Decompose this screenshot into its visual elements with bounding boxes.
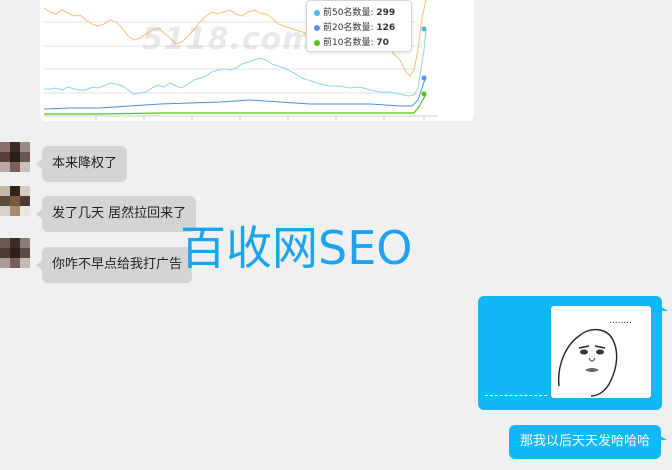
ranking-chart: 5118.com 前50名数量: 299 前20名数量: 126 前10名数量:… bbox=[40, 0, 474, 121]
incoming-message[interactable]: 你咋不早点给我打广告 bbox=[35, 247, 193, 283]
legend-dot-icon bbox=[314, 24, 320, 31]
tooltip-label: 前10名数量 bbox=[323, 38, 371, 48]
tooltip-label: 前20名数量 bbox=[323, 23, 371, 33]
avatar[interactable] bbox=[0, 142, 30, 180]
series-top10-point bbox=[421, 91, 427, 97]
tooltip-value: 126 bbox=[376, 23, 396, 33]
tooltip-row: 前10名数量: 70 bbox=[314, 36, 405, 51]
chart-tooltip: 前50名数量: 299 前20名数量: 126 前10名数量: 70 bbox=[306, 0, 412, 52]
incoming-message[interactable]: 本来降权了 bbox=[35, 146, 128, 182]
avatar[interactable] bbox=[0, 186, 30, 224]
series-top50-point bbox=[421, 26, 427, 32]
tooltip-label: 前50名数量 bbox=[323, 8, 371, 18]
meme-face-icon: ........ bbox=[558, 316, 632, 397]
outgoing-image-message[interactable]: ........ bbox=[478, 296, 668, 410]
incoming-message[interactable]: 发了几天 居然拉回来了 bbox=[35, 196, 197, 232]
series-top20-point bbox=[421, 75, 427, 81]
tooltip-value: 70 bbox=[376, 38, 389, 48]
meme-caption: ........ bbox=[609, 316, 632, 326]
overlay-watermark: 百收网SEO bbox=[180, 221, 413, 275]
meme-sticker-image[interactable]: ........ bbox=[551, 306, 651, 398]
avatar[interactable] bbox=[0, 238, 30, 276]
tooltip-value: 299 bbox=[376, 8, 396, 18]
tooltip-row: 前20名数量: 126 bbox=[314, 21, 405, 36]
outgoing-message[interactable]: 那我以后天天发哈哈哈 bbox=[509, 425, 668, 459]
divider bbox=[485, 395, 547, 396]
legend-dot-icon bbox=[314, 39, 320, 46]
legend-dot-icon bbox=[314, 9, 320, 16]
tooltip-row: 前50名数量: 299 bbox=[314, 6, 405, 21]
